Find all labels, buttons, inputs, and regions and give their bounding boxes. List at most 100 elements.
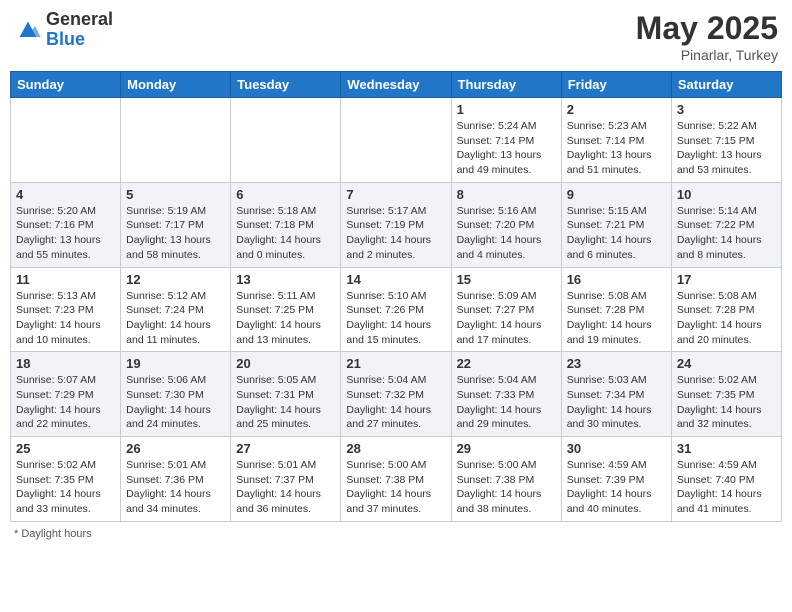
day-number: 19 <box>126 356 225 371</box>
table-row: 22 Sunrise: 5:04 AM Sunset: 7:33 PM Dayli… <box>451 352 561 437</box>
day-info: Sunrise: 5:04 AM Sunset: 7:33 PM Dayligh… <box>457 373 556 432</box>
day-info: Sunrise: 5:20 AM Sunset: 7:16 PM Dayligh… <box>16 204 115 263</box>
day-number: 21 <box>346 356 445 371</box>
day-header-sunday: Sunday <box>11 72 121 98</box>
day-number: 9 <box>567 187 666 202</box>
day-header-thursday: Thursday <box>451 72 561 98</box>
day-number: 22 <box>457 356 556 371</box>
logo-general-text: General <box>46 10 113 30</box>
day-number: 5 <box>126 187 225 202</box>
day-info: Sunrise: 5:00 AM Sunset: 7:38 PM Dayligh… <box>346 458 445 517</box>
location-subtitle: Pinarlar, Turkey <box>636 47 778 63</box>
month-title: May 2025 <box>636 10 778 47</box>
day-number: 20 <box>236 356 335 371</box>
table-row: 2 Sunrise: 5:23 AM Sunset: 7:14 PM Daylig… <box>561 98 671 183</box>
calendar-week-row: 4 Sunrise: 5:20 AM Sunset: 7:16 PM Daylig… <box>11 182 782 267</box>
table-row: 15Sunrise: 5:09 AM Sunset: 7:27 PM Dayli… <box>451 267 561 352</box>
day-info: Sunrise: 5:22 AM Sunset: 7:15 PM Dayligh… <box>677 119 776 178</box>
day-info: Sunrise: 5:02 AM Sunset: 7:35 PM Dayligh… <box>16 458 115 517</box>
day-info: Sunrise: 5:12 AM Sunset: 7:24 PM Dayligh… <box>126 289 225 348</box>
day-number: 10 <box>677 187 776 202</box>
day-info: Sunrise: 5:04 AM Sunset: 7:32 PM Dayligh… <box>346 373 445 432</box>
day-number: 18 <box>16 356 115 371</box>
logo: General Blue <box>14 10 113 50</box>
table-row <box>341 98 451 183</box>
table-row: 25 Sunrise: 5:02 AM Sunset: 7:35 PM Dayli… <box>11 437 121 522</box>
day-number: 14 <box>346 272 445 287</box>
title-block: May 2025 Pinarlar, Turkey <box>636 10 778 63</box>
day-info: Sunrise: 5:24 AM Sunset: 7:14 PM Dayligh… <box>457 119 556 178</box>
day-info: Sunrise: 5:05 AM Sunset: 7:31 PM Dayligh… <box>236 373 335 432</box>
page-header: General Blue May 2025 Pinarlar, Turkey <box>10 10 782 63</box>
day-info: Sunrise: 5:03 AM Sunset: 7:34 PM Dayligh… <box>567 373 666 432</box>
table-row: 10 Sunrise: 5:14 AM Sunset: 7:22 PM Dayli… <box>671 182 781 267</box>
day-number: 30 <box>567 441 666 456</box>
day-header-tuesday: Tuesday <box>231 72 341 98</box>
day-info: Sunrise: 5:17 AM Sunset: 7:19 PM Dayligh… <box>346 204 445 263</box>
table-row: 26 Sunrise: 5:01 AM Sunset: 7:36 PM Dayli… <box>121 437 231 522</box>
day-number: 3 <box>677 102 776 117</box>
day-number: 24 <box>677 356 776 371</box>
table-row: 17 Sunrise: 5:08 AM Sunset: 7:28 PM Dayli… <box>671 267 781 352</box>
table-row: 28 Sunrise: 5:00 AM Sunset: 7:38 PM Dayli… <box>341 437 451 522</box>
day-info: Sunrise: 5:11 AM Sunset: 7:25 PM Dayligh… <box>236 289 335 348</box>
day-info: Sunrise: 5:23 AM Sunset: 7:14 PM Dayligh… <box>567 119 666 178</box>
day-info: Sunrise: 5:07 AM Sunset: 7:29 PM Dayligh… <box>16 373 115 432</box>
day-number: 7 <box>346 187 445 202</box>
day-info: Sunrise: 5:08 AM Sunset: 7:28 PM Dayligh… <box>567 289 666 348</box>
day-info: Sunrise: 5:14 AM Sunset: 7:22 PM Dayligh… <box>677 204 776 263</box>
day-info: Sunrise: 5:09 AM Sunset: 7:27 PM Dayligh… <box>457 289 556 348</box>
day-info: Sunrise: 5:01 AM Sunset: 7:36 PM Dayligh… <box>126 458 225 517</box>
table-row: 1 Sunrise: 5:24 AM Sunset: 7:14 PM Daylig… <box>451 98 561 183</box>
day-info: Sunrise: 5:13 AM Sunset: 7:23 PM Dayligh… <box>16 289 115 348</box>
table-row: 27Sunrise: 5:01 AM Sunset: 7:37 PM Dayli… <box>231 437 341 522</box>
day-number: 25 <box>16 441 115 456</box>
table-row: 14Sunrise: 5:10 AM Sunset: 7:26 PM Dayli… <box>341 267 451 352</box>
table-row: 3 Sunrise: 5:22 AM Sunset: 7:15 PM Daylig… <box>671 98 781 183</box>
table-row <box>231 98 341 183</box>
daylight-label: Daylight hours <box>21 528 91 540</box>
day-info: Sunrise: 5:02 AM Sunset: 7:35 PM Dayligh… <box>677 373 776 432</box>
day-number: 26 <box>126 441 225 456</box>
table-row: 6 Sunrise: 5:18 AM Sunset: 7:18 PM Daylig… <box>231 182 341 267</box>
day-number: 12 <box>126 272 225 287</box>
calendar-week-row: 11Sunrise: 5:13 AM Sunset: 7:23 PM Dayli… <box>11 267 782 352</box>
table-row: 7 Sunrise: 5:17 AM Sunset: 7:19 PM Daylig… <box>341 182 451 267</box>
day-number: 28 <box>346 441 445 456</box>
table-row: 20 Sunrise: 5:05 AM Sunset: 7:31 PM Dayli… <box>231 352 341 437</box>
footer-note: * Daylight hours <box>10 528 782 540</box>
day-header-saturday: Saturday <box>671 72 781 98</box>
day-number: 13 <box>236 272 335 287</box>
table-row: 5 Sunrise: 5:19 AM Sunset: 7:17 PM Daylig… <box>121 182 231 267</box>
table-row: 30Sunrise: 4:59 AM Sunset: 7:39 PM Dayli… <box>561 437 671 522</box>
day-number: 31 <box>677 441 776 456</box>
calendar-week-row: 1 Sunrise: 5:24 AM Sunset: 7:14 PM Daylig… <box>11 98 782 183</box>
day-number: 29 <box>457 441 556 456</box>
day-number: 4 <box>16 187 115 202</box>
day-number: 23 <box>567 356 666 371</box>
day-info: Sunrise: 5:16 AM Sunset: 7:20 PM Dayligh… <box>457 204 556 263</box>
day-info: Sunrise: 5:19 AM Sunset: 7:17 PM Dayligh… <box>126 204 225 263</box>
day-number: 6 <box>236 187 335 202</box>
day-info: Sunrise: 5:00 AM Sunset: 7:38 PM Dayligh… <box>457 458 556 517</box>
table-row: 21 Sunrise: 5:04 AM Sunset: 7:32 PM Dayli… <box>341 352 451 437</box>
day-number: 27 <box>236 441 335 456</box>
day-header-friday: Friday <box>561 72 671 98</box>
day-info: Sunrise: 5:15 AM Sunset: 7:21 PM Dayligh… <box>567 204 666 263</box>
table-row: 4 Sunrise: 5:20 AM Sunset: 7:16 PM Daylig… <box>11 182 121 267</box>
calendar-week-row: 25 Sunrise: 5:02 AM Sunset: 7:35 PM Dayli… <box>11 437 782 522</box>
day-number: 1 <box>457 102 556 117</box>
table-row: 18 Sunrise: 5:07 AM Sunset: 7:29 PM Dayli… <box>11 352 121 437</box>
table-row: 24 Sunrise: 5:02 AM Sunset: 7:35 PM Dayli… <box>671 352 781 437</box>
table-row: 12 Sunrise: 5:12 AM Sunset: 7:24 PM Dayli… <box>121 267 231 352</box>
day-number: 16 <box>567 272 666 287</box>
day-header-monday: Monday <box>121 72 231 98</box>
table-row: 13 Sunrise: 5:11 AM Sunset: 7:25 PM Dayli… <box>231 267 341 352</box>
day-info: Sunrise: 5:06 AM Sunset: 7:30 PM Dayligh… <box>126 373 225 432</box>
day-number: 17 <box>677 272 776 287</box>
day-number: 2 <box>567 102 666 117</box>
day-info: Sunrise: 5:08 AM Sunset: 7:28 PM Dayligh… <box>677 289 776 348</box>
day-info: Sunrise: 5:18 AM Sunset: 7:18 PM Dayligh… <box>236 204 335 263</box>
table-row: 16 Sunrise: 5:08 AM Sunset: 7:28 PM Dayli… <box>561 267 671 352</box>
table-row: 31Sunrise: 4:59 AM Sunset: 7:40 PM Dayli… <box>671 437 781 522</box>
